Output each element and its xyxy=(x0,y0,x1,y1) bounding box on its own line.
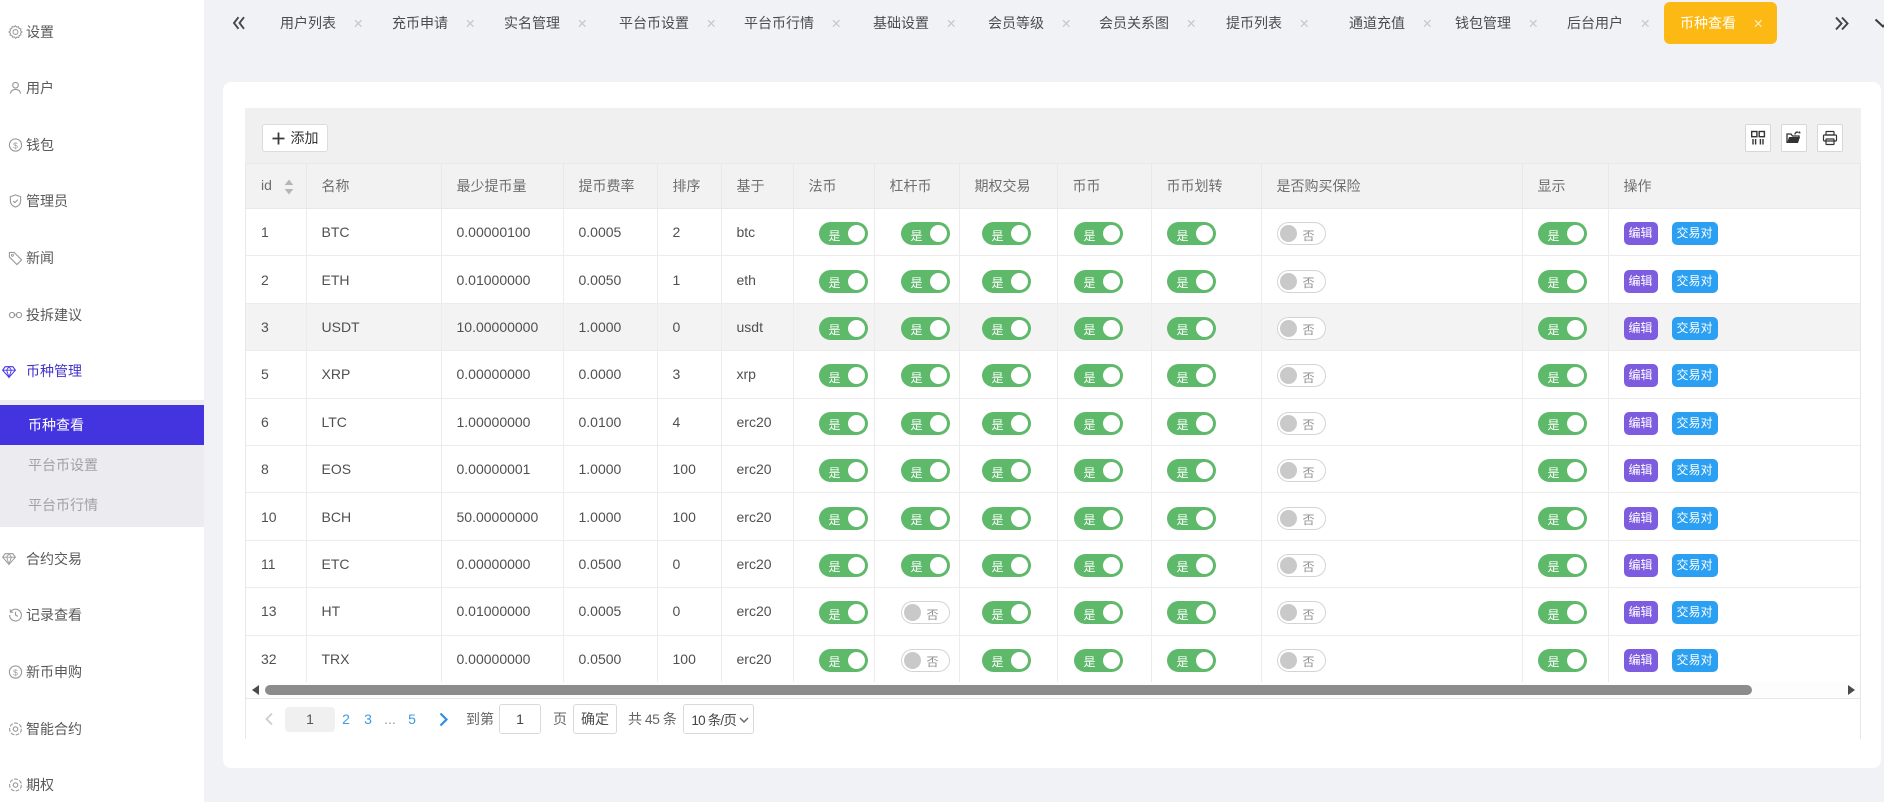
svg-text:$: $ xyxy=(13,667,18,677)
svg-text:$: $ xyxy=(13,140,18,150)
